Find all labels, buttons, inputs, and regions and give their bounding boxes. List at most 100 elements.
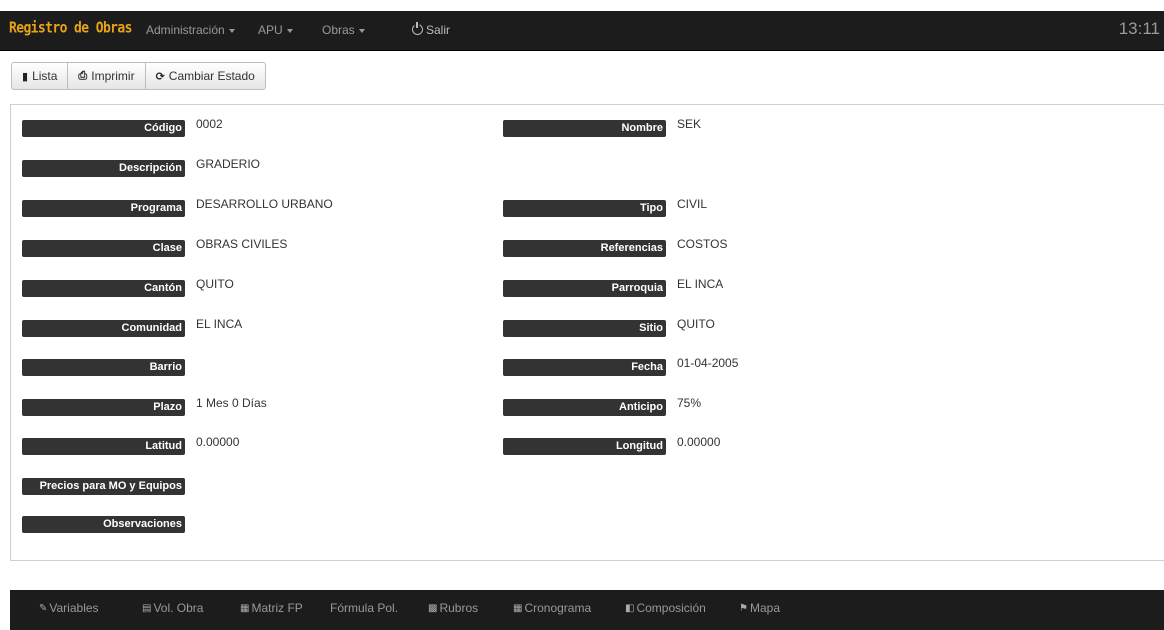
field-precios: Precios para MO y Equipos xyxy=(22,477,196,495)
field-observaciones: Observaciones xyxy=(22,515,196,533)
field-sitio: Sitio QUITO xyxy=(503,316,715,337)
imprimir-label: Imprimir xyxy=(91,69,135,83)
latitud-value: 0.00000 xyxy=(196,434,240,449)
tab-rubros[interactable]: ▩ Rubros xyxy=(428,601,478,615)
canton-value: QUITO xyxy=(196,276,234,291)
tab-variables[interactable]: ✎ Variables xyxy=(39,601,99,615)
nombre-value: SEK xyxy=(677,116,702,131)
calendar-icon: ▦ xyxy=(513,602,523,614)
precios-label: Precios para MO y Equipos xyxy=(22,477,185,495)
imprimir-button[interactable]: ⎙ Imprimir xyxy=(67,62,146,90)
grid-icon: ▦ xyxy=(240,602,250,614)
field-clase: Clase OBRAS CIVILES xyxy=(22,236,288,257)
field-anticipo: Anticipo 75% xyxy=(503,395,702,416)
print-icon: ⎙ xyxy=(78,69,88,82)
cambiar-estado-label: Cambiar Estado xyxy=(168,69,255,83)
tab-matriz-fp[interactable]: ▦ Matriz FP xyxy=(240,601,303,615)
tab-composicion-label: Composición xyxy=(636,601,706,615)
sitio-label: Sitio xyxy=(503,319,666,337)
tab-variables-label: Variables xyxy=(49,601,99,615)
nombre-label: Nombre xyxy=(503,119,666,137)
descripcion-value: GRADERIO xyxy=(196,156,261,171)
field-tipo: Tipo CIVIL xyxy=(503,196,708,217)
tab-mapa[interactable]: ⚑ Mapa xyxy=(739,601,780,615)
tab-formula-pol-label: Fórmula Pol. xyxy=(330,601,399,615)
longitud-label: Longitud xyxy=(503,437,666,455)
refresh-icon: ⟳ xyxy=(155,70,165,83)
field-parroquia: Parroquia EL INCA xyxy=(503,276,724,297)
tab-matriz-fp-label: Matriz FP xyxy=(251,601,303,615)
barrio-label: Barrio xyxy=(22,358,185,376)
list-icon: ▤ xyxy=(142,602,152,614)
menu-obras-label: Obras xyxy=(322,23,355,37)
book-icon: ▮ xyxy=(22,70,29,83)
field-barrio: Barrio xyxy=(22,358,196,376)
tab-mapa-label: Mapa xyxy=(749,601,780,615)
menu-apu[interactable]: APU xyxy=(258,23,293,37)
app-brand[interactable]: Registro de Obras xyxy=(9,20,132,37)
logout-label: Salir xyxy=(426,23,451,37)
plazo-label: Plazo xyxy=(22,398,185,416)
codigo-label: Código xyxy=(22,119,185,137)
field-programa: Programa DESARROLLO URBANO xyxy=(22,196,333,217)
field-longitud: Longitud 0.00000 xyxy=(503,434,721,455)
codigo-value: 0002 xyxy=(196,116,223,131)
caret-down-icon xyxy=(358,28,365,33)
programa-value: DESARROLLO URBANO xyxy=(196,196,333,211)
field-referencias: Referencias COSTOS xyxy=(503,236,728,257)
canton-label: Cantón xyxy=(22,279,185,297)
tab-vol-obra-label: Vol. Obra xyxy=(153,601,204,615)
tab-cronograma-label: Cronograma xyxy=(524,601,592,615)
record-toolbar: ▮ Lista ⎙ Imprimir ⟳ Cambiar Estado xyxy=(11,62,266,90)
parroquia-value: EL INCA xyxy=(677,276,724,291)
field-nombre: Nombre SEK xyxy=(503,116,702,137)
comunidad-value: EL INCA xyxy=(196,316,243,331)
plazo-value: 1 Mes 0 Días xyxy=(196,395,267,410)
longitud-value: 0.00000 xyxy=(677,434,721,449)
descripcion-label: Descripción xyxy=(22,159,185,177)
top-navbar: Registro de Obras Administración APU Obr… xyxy=(0,11,1164,51)
bottom-navbar: ✎ Variables ▤ Vol. Obra ▦ Matriz FP Fórmula… xyxy=(10,590,1164,630)
field-canton: Cantón QUITO xyxy=(22,276,234,297)
power-icon xyxy=(412,22,423,35)
tab-formula-pol[interactable]: Fórmula Pol. xyxy=(330,601,398,615)
programa-label: Programa xyxy=(22,199,185,217)
cambiar-estado-button[interactable]: ⟳ Cambiar Estado xyxy=(144,62,266,90)
menu-administracion-label: Administración xyxy=(146,23,225,37)
anticipo-label: Anticipo xyxy=(503,398,666,416)
tab-vol-obra[interactable]: ▤ Vol. Obra xyxy=(142,601,203,615)
observaciones-label: Observaciones xyxy=(22,515,185,533)
obra-detail-panel: Código 0002 Nombre SEK Descripción GRADERIO… xyxy=(10,104,1164,561)
menu-obras[interactable]: Obras xyxy=(322,23,365,37)
tipo-value: CIVIL xyxy=(677,196,708,211)
latitud-label: Latitud xyxy=(22,437,185,455)
fecha-label: Fecha xyxy=(503,358,666,376)
menu-apu-label: APU xyxy=(258,23,283,37)
menu-administracion[interactable]: Administración xyxy=(146,23,235,37)
logout-link[interactable]: Salir xyxy=(412,22,451,37)
caret-down-icon xyxy=(286,28,293,33)
anticipo-value: 75% xyxy=(677,395,702,410)
caret-down-icon xyxy=(228,28,235,33)
lista-label: Lista xyxy=(32,69,58,83)
clase-value: OBRAS CIVILES xyxy=(196,236,288,251)
parroquia-label: Parroquia xyxy=(503,279,666,297)
field-plazo: Plazo 1 Mes 0 Días xyxy=(22,395,267,416)
tipo-label: Tipo xyxy=(503,199,666,217)
pencil-icon: ✎ xyxy=(39,602,48,614)
lista-button[interactable]: ▮ Lista xyxy=(11,62,69,90)
referencias-label: Referencias xyxy=(503,239,666,257)
field-fecha: Fecha 01-04-2005 xyxy=(503,355,739,376)
tab-rubros-label: Rubros xyxy=(439,601,479,615)
flag-icon: ⚑ xyxy=(739,602,748,614)
copy-icon: ◧ xyxy=(625,602,635,614)
tab-cronograma[interactable]: ▦ Cronograma xyxy=(513,601,591,615)
sitio-value: QUITO xyxy=(677,316,715,331)
field-codigo: Código 0002 xyxy=(22,116,223,137)
clase-label: Clase xyxy=(22,239,185,257)
tab-composicion[interactable]: ◧ Composición xyxy=(625,601,706,615)
field-latitud: Latitud 0.00000 xyxy=(22,434,240,455)
referencias-value: COSTOS xyxy=(677,236,728,251)
fecha-value: 01-04-2005 xyxy=(677,355,739,370)
clock: 13:11 xyxy=(1118,19,1160,38)
